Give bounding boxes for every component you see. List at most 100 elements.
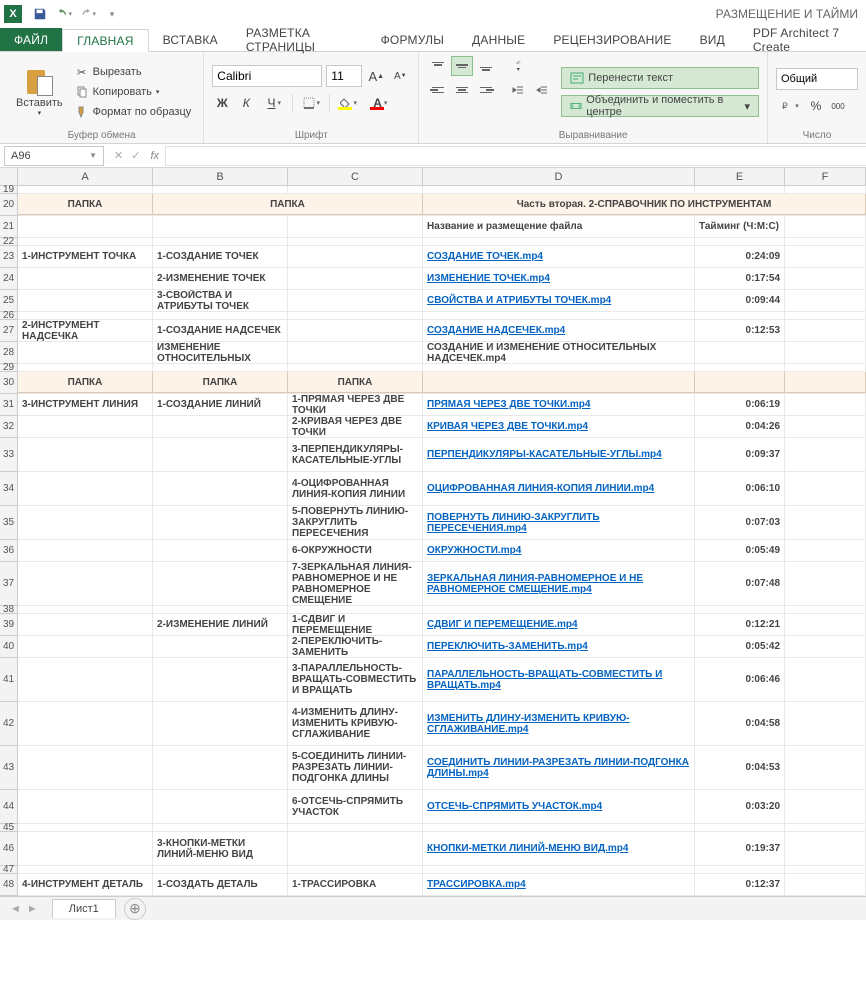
align-bottom-icon[interactable] (475, 56, 497, 76)
cell[interactable]: СОЕДИНИТЬ ЛИНИИ-РАЗРЕЗАТЬ ЛИНИИ-ПОДГОНКА… (423, 746, 695, 789)
currency-icon[interactable]: ₽▾ (776, 96, 804, 116)
cell[interactable] (288, 866, 423, 873)
cell[interactable] (423, 824, 695, 831)
cell[interactable]: 0:04:26 (695, 416, 785, 437)
sheet-tab[interactable]: Лист1 (52, 899, 116, 918)
cell[interactable] (423, 606, 695, 613)
fill-color-button[interactable]: ▾ (334, 93, 362, 113)
decrease-indent-icon[interactable] (507, 80, 529, 100)
file-link[interactable]: ТРАССИРОВКА.mp4 (427, 879, 526, 890)
row-header[interactable]: 29 (0, 364, 17, 372)
cell[interactable] (785, 320, 866, 341)
folder-header[interactable]: ПАПКА (153, 372, 288, 393)
cell[interactable] (153, 658, 288, 701)
cell[interactable]: 2-КРИВАЯ ЧЕРЕЗ ДВЕ ТОЧКИ (288, 416, 423, 437)
align-left-icon[interactable] (427, 80, 449, 100)
tab-review[interactable]: РЕЦЕНЗИРОВАНИЕ (539, 28, 685, 51)
cell[interactable] (785, 874, 866, 895)
cell[interactable]: 0:03:20 (695, 790, 785, 823)
cell[interactable]: ОКРУЖНОСТИ.mp4 (423, 540, 695, 561)
tab-pdf[interactable]: PDF Architect 7 Create (739, 28, 866, 51)
row-header[interactable]: 37 (0, 562, 17, 606)
underline-button[interactable]: Ч▾ (260, 93, 288, 113)
cell[interactable] (18, 472, 153, 505)
align-middle-icon[interactable] (451, 56, 473, 76)
cell[interactable] (785, 364, 866, 371)
cell[interactable]: ТРАССИРОВКА.mp4 (423, 874, 695, 895)
cell[interactable] (785, 562, 866, 605)
row-header[interactable]: 47 (0, 866, 17, 874)
cell[interactable]: 6-ОТСЕЧЬ-СПРЯМИТЬ УЧАСТОК (288, 790, 423, 823)
cell[interactable] (695, 312, 785, 319)
cell[interactable] (423, 364, 695, 371)
paste-button[interactable]: Вставить ▾ (8, 56, 71, 128)
cell[interactable]: 1-ПРЯМАЯ ЧЕРЕЗ ДВЕ ТОЧКИ (288, 394, 423, 415)
cell[interactable]: ПАРАЛЛЕЛЬНОСТЬ-ВРАЩАТЬ-СОВМЕСТИТЬ И ВРАЩ… (423, 658, 695, 701)
increase-font-icon[interactable]: A▲ (366, 66, 386, 86)
row-header[interactable]: 23 (0, 246, 17, 268)
cell[interactable] (423, 312, 695, 319)
cell[interactable] (785, 416, 866, 437)
cell[interactable]: 0:12:37 (695, 874, 785, 895)
cell[interactable] (18, 238, 153, 245)
cell[interactable] (785, 606, 866, 613)
cell[interactable]: КНОПКИ-МЕТКИ ЛИНИЙ-МЕНЮ ВИД.mp4 (423, 832, 695, 865)
cell[interactable] (18, 702, 153, 745)
row-header[interactable]: 34 (0, 472, 17, 506)
row-header[interactable]: 26 (0, 312, 17, 320)
font-color-button[interactable]: A▾ (366, 93, 394, 113)
comma-icon[interactable]: 000 (828, 96, 848, 116)
row-header[interactable]: 39 (0, 614, 17, 636)
file-link[interactable]: ПЕРПЕНДИКУЛЯРЫ-КАСАТЕЛЬНЫЕ-УГЛЫ.mp4 (427, 449, 662, 460)
cell[interactable]: 4-ОЦИФРОВАННАЯ ЛИНИЯ-КОПИЯ ЛИНИИ (288, 472, 423, 505)
cell[interactable] (695, 364, 785, 371)
cell[interactable] (18, 658, 153, 701)
row-header[interactable]: 30 (0, 372, 17, 394)
name-box[interactable]: A96▼ (4, 146, 104, 166)
cell[interactable] (695, 342, 785, 363)
cell[interactable] (18, 416, 153, 437)
file-link[interactable]: КРИВАЯ ЧЕРЕЗ ДВЕ ТОЧКИ.mp4 (427, 421, 588, 432)
cell[interactable]: 0:06:10 (695, 472, 785, 505)
sheet-next-icon[interactable]: ► (27, 903, 38, 915)
cell[interactable]: 2-СОЗДАНИЕ И ИЗМЕНЕНИЕ ОТНОСИТЕЛЬНЫХ НАД… (153, 342, 288, 363)
cell[interactable] (785, 186, 866, 193)
select-all-corner[interactable] (0, 168, 18, 185)
cell[interactable] (785, 438, 866, 471)
align-top-icon[interactable] (427, 56, 449, 76)
cell[interactable] (288, 364, 423, 371)
cell[interactable]: 1-ИНСТРУМЕНТ ТОЧКА (18, 246, 153, 267)
cell[interactable] (785, 312, 866, 319)
row-header[interactable]: 19 (0, 186, 17, 194)
cell[interactable] (18, 290, 153, 311)
file-link[interactable]: ИЗМЕНЕНИЕ ТОЧЕК.mp4 (427, 273, 550, 284)
font-size-select[interactable] (326, 65, 362, 87)
cell[interactable]: СОЗДАНИЕ НАДСЕЧЕК.mp4 (423, 320, 695, 341)
cell[interactable] (153, 416, 288, 437)
qat-more-icon[interactable]: ▾ (104, 6, 120, 22)
cell[interactable]: 0:06:46 (695, 658, 785, 701)
cell[interactable] (785, 866, 866, 873)
cell[interactable]: 6-ОКРУЖНОСТИ (288, 540, 423, 561)
cell[interactable] (785, 394, 866, 415)
cell[interactable] (153, 562, 288, 605)
cell[interactable] (785, 658, 866, 701)
column-header[interactable]: F (785, 168, 866, 185)
row-header[interactable]: 42 (0, 702, 17, 746)
cell[interactable] (785, 506, 866, 539)
cell[interactable]: 0:17:54 (695, 268, 785, 289)
row-header[interactable]: 43 (0, 746, 17, 790)
row-header[interactable]: 31 (0, 394, 17, 416)
cell[interactable] (423, 866, 695, 873)
cell[interactable]: ПЕРПЕНДИКУЛЯРЫ-КАСАТЕЛЬНЫЕ-УГЛЫ.mp4 (423, 438, 695, 471)
cell[interactable]: 0:12:53 (695, 320, 785, 341)
tab-view[interactable]: ВИД (686, 28, 739, 51)
cell[interactable]: ИЗМЕНИТЬ ДЛИНУ-ИЗМЕНИТЬ КРИВУЮ-СГЛАЖИВАН… (423, 702, 695, 745)
column-header[interactable]: D (423, 168, 695, 185)
undo-icon[interactable]: ▾ (56, 6, 72, 22)
file-link[interactable]: СДВИГ И ПЕРЕМЕЩЕНИЕ.mp4 (427, 619, 578, 630)
redo-icon[interactable]: ▾ (80, 6, 96, 22)
cell[interactable] (18, 364, 153, 371)
percent-icon[interactable]: % (806, 96, 826, 116)
file-link[interactable]: ОЦИФРОВАННАЯ ЛИНИЯ-КОПИЯ ЛИНИИ.mp4 (427, 483, 654, 494)
